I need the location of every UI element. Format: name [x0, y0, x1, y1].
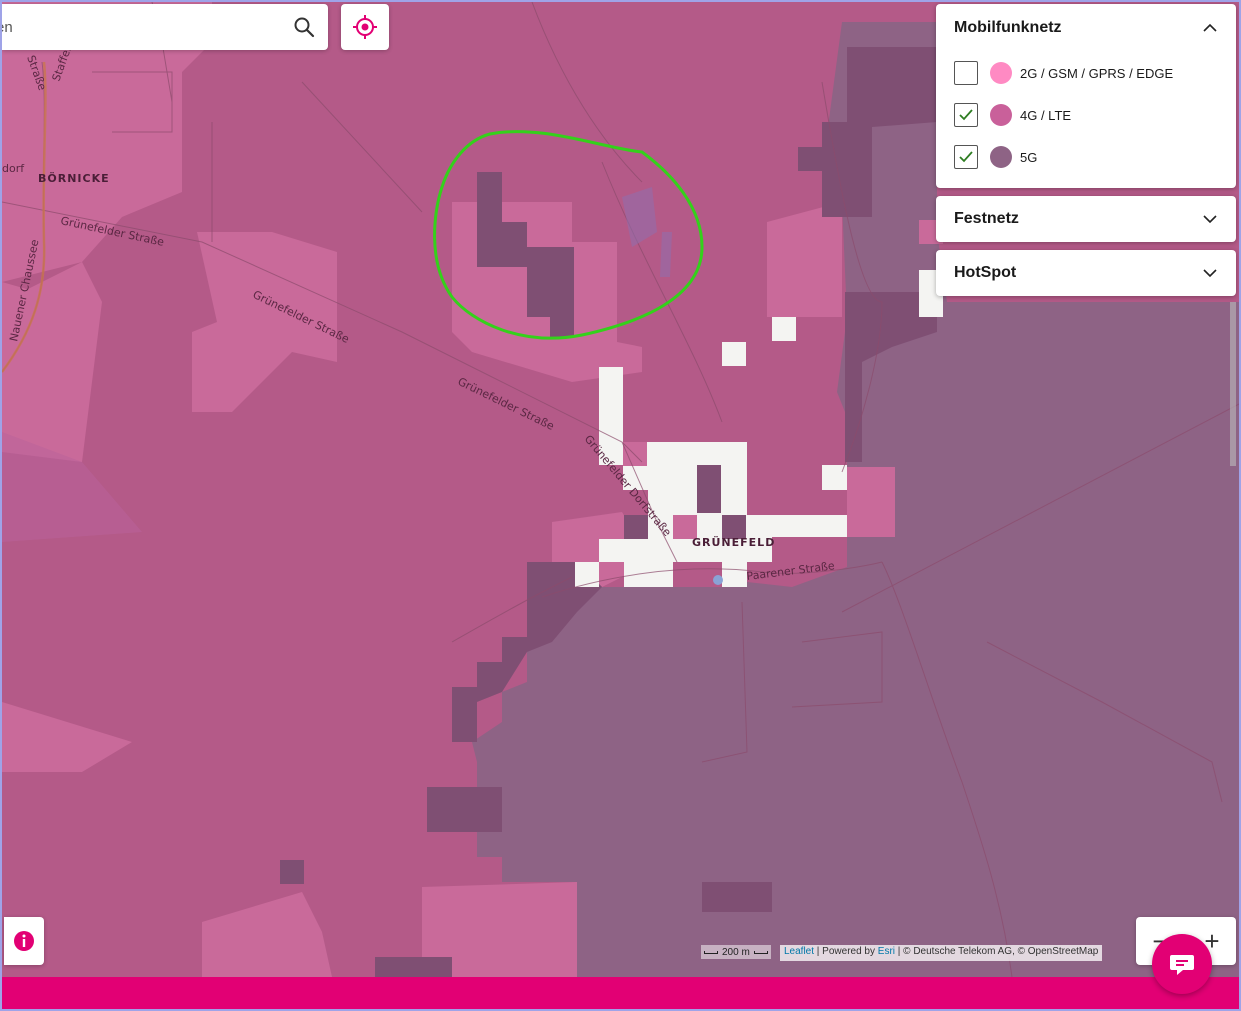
search-box[interactable]	[2, 4, 328, 50]
street-dorf-left: dorf	[2, 162, 25, 175]
esri-link[interactable]: Esri	[878, 946, 895, 957]
scale-bar-right	[753, 950, 768, 954]
footer-bar	[2, 977, 1239, 1009]
place-boernicke: BÖRNICKE	[38, 171, 110, 185]
scale-label: 200 m	[722, 946, 750, 958]
map-scale: 200 m	[701, 945, 771, 959]
legend-label-5g: 5G	[1020, 149, 1038, 165]
chevron-up-icon[interactable]	[1202, 20, 1218, 36]
checkbox-5g[interactable]	[954, 145, 978, 169]
legend-item-4g[interactable]: 4G / LTE	[936, 94, 1236, 136]
panel-mobilfunknetz: Mobilfunknetz 2G / GSM / GPRS / EDGE 4G …	[936, 4, 1236, 188]
water-patch-2	[660, 232, 672, 277]
checkbox-2g[interactable]	[954, 61, 978, 85]
legend-item-5g[interactable]: 5G	[936, 136, 1236, 178]
swatch-5g	[990, 146, 1012, 168]
checkmark-icon	[959, 109, 973, 121]
checkmark-icon	[959, 151, 973, 163]
chat-icon	[1170, 955, 1194, 975]
place-gruenefeld: GRÜNEFELD	[692, 535, 775, 549]
panel-festnetz-title: Festnetz	[954, 210, 1019, 227]
search-icon[interactable]	[292, 15, 316, 39]
legend-item-2g[interactable]: 2G / GSM / GPRS / EDGE	[936, 52, 1236, 94]
chat-button[interactable]	[1152, 934, 1212, 994]
chevron-down-icon[interactable]	[1202, 265, 1218, 281]
legend-label-4g: 4G / LTE	[1020, 107, 1072, 123]
search-input[interactable]	[2, 18, 266, 36]
panel-festnetz[interactable]: Festnetz	[936, 196, 1236, 242]
swatch-4g	[990, 104, 1012, 126]
legend-label-2g: 2G / GSM / GPRS / EDGE	[1020, 65, 1174, 81]
attribution-powered: | Powered by	[814, 946, 878, 957]
swatch-2g	[990, 62, 1012, 84]
panel-festnetz-header[interactable]: Festnetz	[936, 196, 1236, 242]
panel-hotspot[interactable]: HotSpot	[936, 250, 1236, 296]
panel-mobilfunknetz-header[interactable]: Mobilfunknetz	[936, 4, 1236, 52]
village-pond	[713, 575, 723, 585]
chevron-down-icon[interactable]	[1202, 211, 1218, 227]
attribution-rest: | © Deutsche Telekom AG, © OpenStreetMap	[895, 946, 1099, 957]
leaflet-link[interactable]: Leaflet	[784, 946, 814, 957]
info-icon	[14, 931, 34, 951]
scale-bar-left	[704, 950, 718, 954]
locate-button[interactable]	[341, 4, 389, 50]
map-attribution: Leaflet | Powered by Esri | © Deutsche T…	[780, 945, 1103, 961]
panel-hotspot-header[interactable]: HotSpot	[936, 250, 1236, 296]
locate-icon	[353, 15, 377, 39]
panel-hotspot-title: HotSpot	[954, 264, 1017, 281]
checkbox-4g[interactable]	[954, 103, 978, 127]
map-frame: BÖRNICKE GRÜNEFELD dorf Staffel Straße G…	[0, 0, 1241, 1011]
panel-scrollbar[interactable]	[1230, 302, 1236, 466]
panel-mobilfunknetz-title: Mobilfunknetz	[954, 19, 1062, 36]
info-button[interactable]	[4, 917, 44, 965]
